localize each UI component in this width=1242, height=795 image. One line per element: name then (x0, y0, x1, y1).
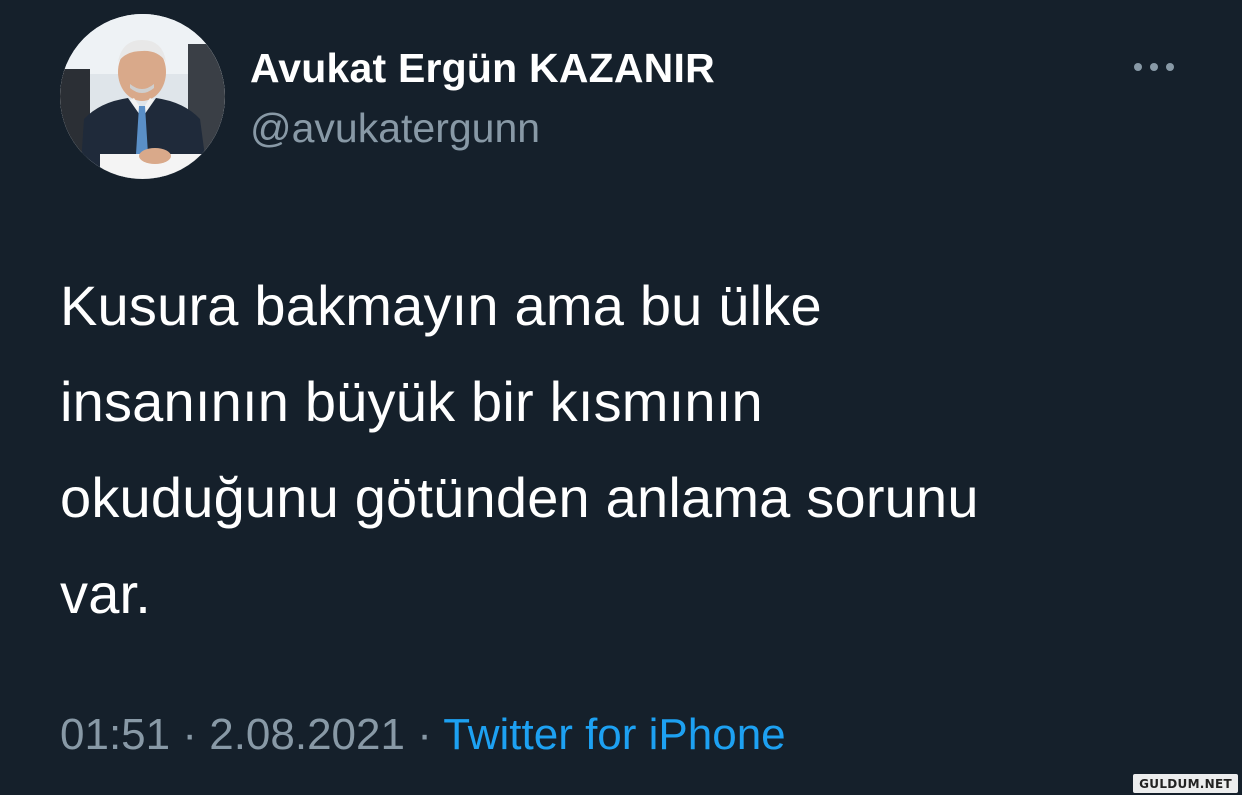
meta-separator: · (404, 710, 444, 759)
tweet-card: Avukat Ergün KAZANIR @avukatergunn Kusur… (0, 0, 1242, 795)
tweet-date[interactable]: 2.08.2021 (209, 710, 405, 759)
author-handle[interactable]: @avukatergunn (250, 104, 540, 152)
tweet-text: Kusura bakmayın ama bu ülke insanının bü… (60, 274, 979, 625)
author-name[interactable]: Avukat Ergün KAZANIR (250, 44, 715, 92)
avatar-photo (60, 14, 225, 179)
tweet-time[interactable]: 01:51 (60, 710, 170, 759)
watermark: GULDUM.NET (1133, 774, 1238, 793)
tweet-metadata: 01:51 · 2.08.2021 · Twitter for iPhone (60, 708, 786, 762)
avatar[interactable] (60, 14, 225, 179)
tweet-source-link[interactable]: Twitter for iPhone (443, 710, 785, 759)
more-options-button[interactable] (1128, 50, 1180, 84)
meta-separator: · (170, 710, 210, 759)
